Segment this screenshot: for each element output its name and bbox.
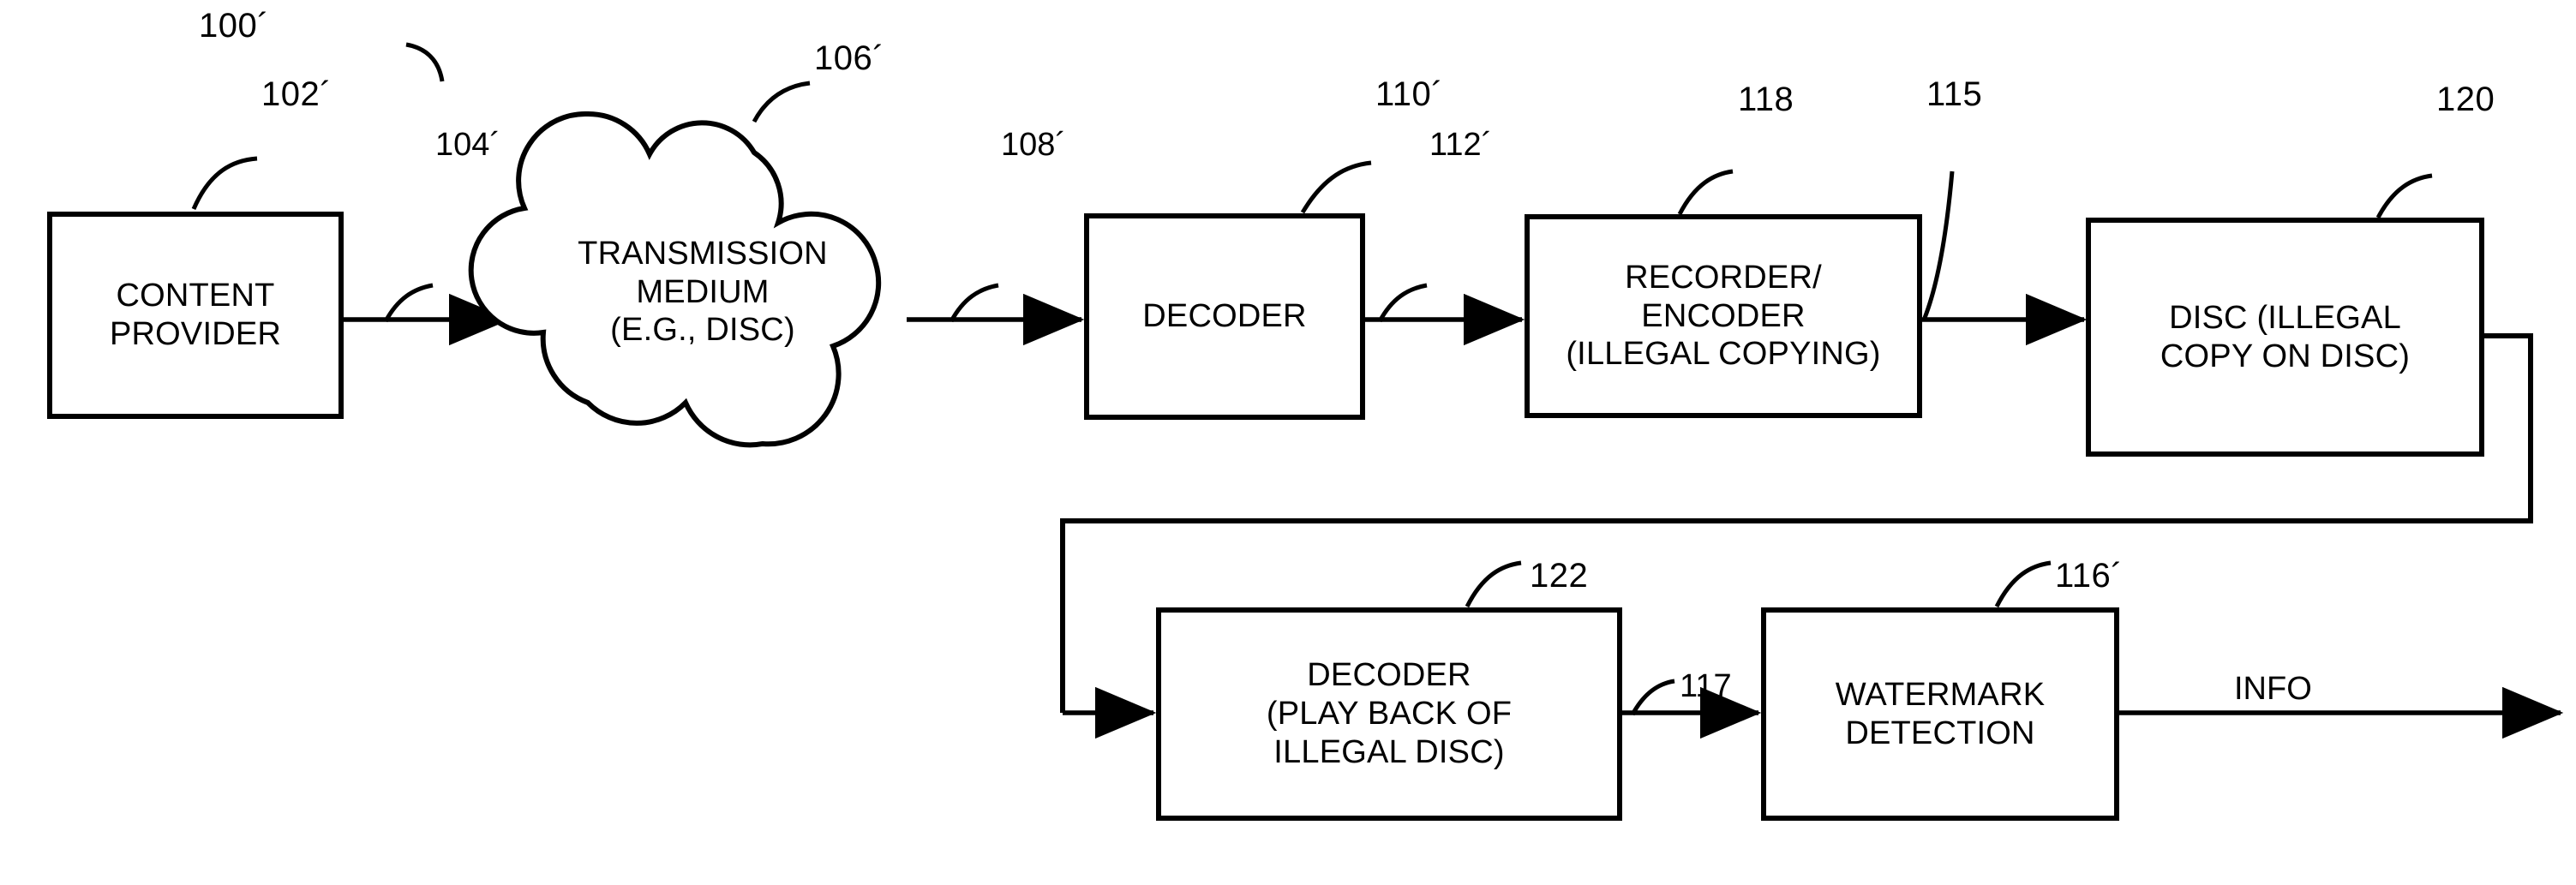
ref-118: 118 xyxy=(1738,81,1794,118)
flow-ref-115: 115 xyxy=(1926,75,1983,113)
transmission-medium-cloud-shape xyxy=(468,111,882,448)
watermark-detection-box-rect xyxy=(1761,607,2119,821)
leader-117 xyxy=(1630,679,1675,716)
patent-figure: 100´ 102´ CONTENT PROVIDER 104´ 106´ TRA… xyxy=(0,0,2576,885)
ref-102: 102´ xyxy=(261,75,332,113)
ref-110: 110´ xyxy=(1375,75,1444,113)
leader-104 xyxy=(383,283,434,323)
leader-110 xyxy=(1300,160,1372,214)
content-provider-box-rect xyxy=(47,212,344,419)
decoder-playback-box-rect xyxy=(1156,607,1622,821)
ref-122: 122 xyxy=(1530,557,1589,595)
ref-106: 106´ xyxy=(814,39,885,77)
leader-106 xyxy=(752,81,811,123)
diagram-lines-layer xyxy=(47,42,2564,821)
ref-116: 116´ xyxy=(2055,557,2124,595)
leader-120 xyxy=(2375,173,2433,219)
leader-116 xyxy=(1994,560,2052,608)
flow-ref-104: 104´ xyxy=(435,127,501,163)
figure-ref-100: 100´ xyxy=(199,7,270,45)
decoder-box-rect xyxy=(1084,213,1365,420)
ref-120: 120 xyxy=(2436,81,2495,118)
leader-112 xyxy=(1377,283,1428,323)
leader-102 xyxy=(191,156,258,210)
flow-ref-108: 108´ xyxy=(1001,127,1067,163)
recorder-encoder-box-rect xyxy=(1525,214,1922,418)
leader-100 xyxy=(405,42,445,82)
flow-ref-117: 117 xyxy=(1680,668,1732,704)
info-output-label: INFO xyxy=(2234,671,2312,707)
leader-115 xyxy=(1922,170,1955,319)
leader-108 xyxy=(949,283,999,323)
leader-122 xyxy=(1465,560,1522,608)
disc-box-rect xyxy=(2086,218,2484,457)
leader-118 xyxy=(1677,169,1734,216)
flow-ref-112: 112´ xyxy=(1429,127,1493,163)
